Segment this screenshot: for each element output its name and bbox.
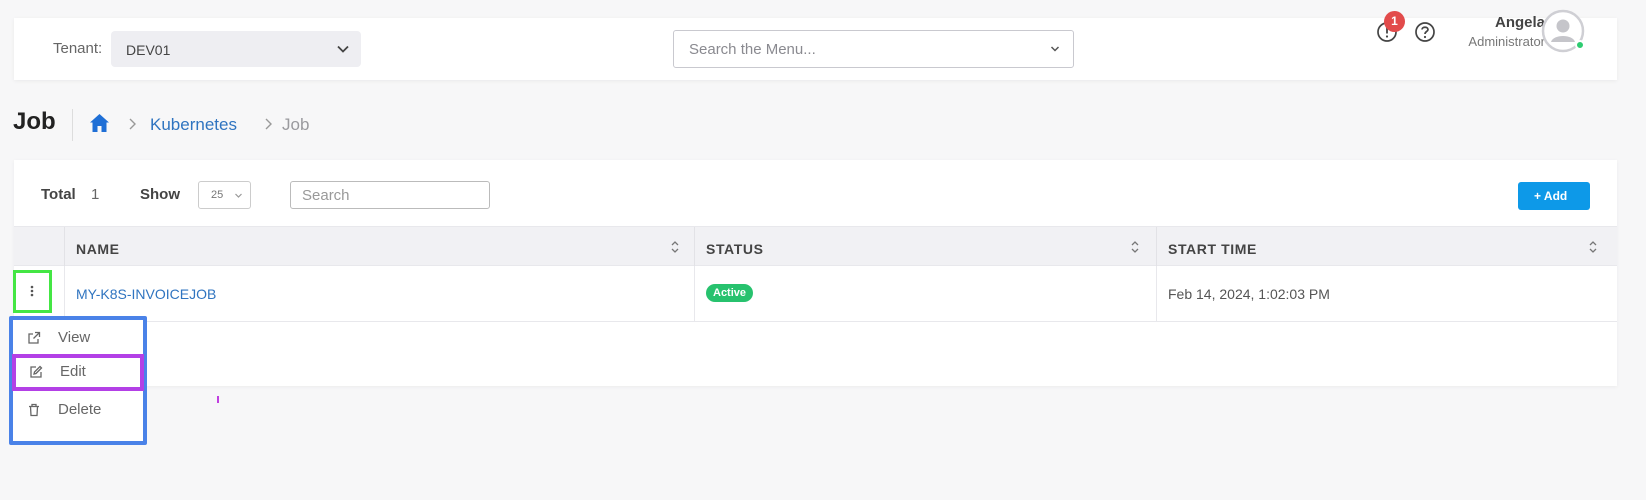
menu-item-delete[interactable]: Delete [13, 392, 143, 428]
start-time-cell: Feb 14, 2024, 1:02:03 PM [1168, 286, 1330, 302]
column-divider [694, 266, 695, 322]
menu-item-view[interactable]: View [13, 320, 143, 356]
menu-item-label: View [58, 329, 91, 346]
sort-icon[interactable] [1588, 239, 1598, 255]
total-label: Total [41, 186, 76, 203]
tenant-value: DEV01 [126, 42, 171, 58]
page-size-select[interactable]: 25 [198, 181, 251, 209]
tenant-select[interactable]: DEV01 [111, 31, 361, 67]
row-actions-menu: View Edit Delete [9, 316, 147, 445]
sort-icon[interactable] [1130, 239, 1140, 255]
column-header-status[interactable]: STATUS [706, 241, 764, 257]
chevron-down-icon [1050, 46, 1060, 52]
tenant-label: Tenant: [53, 40, 103, 57]
row-actions-button[interactable] [13, 270, 52, 313]
alert-count-badge: 1 [1384, 11, 1405, 32]
menu-search-placeholder: Search the Menu... [689, 41, 816, 58]
show-label: Show [140, 186, 180, 203]
column-header-name[interactable]: NAME [76, 241, 120, 257]
menu-item-edit[interactable]: Edit [12, 354, 144, 391]
column-divider [1156, 227, 1157, 267]
user-role: Administrator [1468, 34, 1545, 49]
home-icon[interactable] [89, 113, 110, 133]
online-status-dot [1575, 40, 1585, 50]
column-header-start-time[interactable]: START TIME [1168, 241, 1257, 257]
user-name[interactable]: Angela [1495, 14, 1545, 31]
job-name-link[interactable]: MY-K8S-INVOICEJOB [76, 286, 216, 302]
external-link-icon [28, 331, 41, 344]
add-button[interactable]: + Add [1518, 182, 1590, 210]
breadcrumb-kubernetes[interactable]: Kubernetes [150, 115, 237, 135]
page-title: Job [13, 108, 56, 135]
table-row: MY-K8S-INVOICEJOB Active Feb 14, 2024, 1… [14, 266, 1617, 322]
column-divider [1156, 266, 1157, 322]
breadcrumb-separator-icon [129, 118, 136, 130]
sort-icon[interactable] [670, 239, 680, 255]
edit-icon [30, 365, 43, 378]
chevron-down-icon [337, 45, 349, 53]
breadcrumb-current: Job [282, 115, 310, 134]
page-size-value: 25 [211, 189, 224, 201]
add-button-label: + Add [1534, 189, 1568, 203]
status-badge: Active [706, 284, 754, 302]
breadcrumb-separator-icon [265, 118, 272, 130]
chevron-down-icon [235, 193, 242, 198]
job-table-card: Total 1 Show 25 Search + Add NAME STATUS… [14, 160, 1617, 386]
more-vertical-icon [30, 285, 34, 297]
column-divider [64, 266, 65, 322]
menu-item-label: Delete [58, 401, 102, 418]
trash-icon [29, 403, 39, 417]
menu-search-input[interactable]: Search the Menu... [673, 30, 1074, 68]
column-divider [64, 227, 65, 267]
help-icon[interactable] [1414, 21, 1436, 43]
table-header: NAME STATUS START TIME [14, 226, 1617, 267]
menu-item-label: Edit [60, 363, 86, 380]
title-divider [72, 109, 73, 141]
table-search-input[interactable]: Search [290, 181, 490, 209]
total-value: 1 [91, 186, 100, 203]
table-search-placeholder: Search [302, 187, 350, 204]
cursor-mark [217, 396, 219, 403]
column-divider [694, 227, 695, 267]
